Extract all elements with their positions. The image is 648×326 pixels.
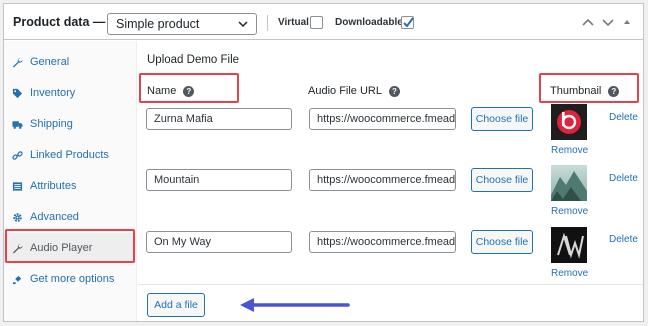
delete-row-link[interactable]: Delete [609, 234, 638, 245]
highlight-box [5, 229, 135, 263]
checkmark-icon [403, 17, 414, 28]
section-title: Upload Demo File [147, 54, 240, 66]
remove-thumbnail-link[interactable]: Remove [551, 268, 588, 279]
link-icon [12, 150, 23, 160]
tag-icon [12, 88, 23, 98]
file-name-input[interactable]: On My Way [146, 231, 292, 253]
choose-file-button[interactable]: Choose file [471, 230, 533, 254]
tab-attributes[interactable]: Attributes [4, 171, 137, 201]
tab-linked-products[interactable]: Linked Products [4, 140, 137, 170]
downloadable-label: Downloadable: [335, 17, 407, 28]
remove-thumbnail-link[interactable]: Remove [551, 206, 588, 217]
add-file-button[interactable]: Add a file [147, 293, 205, 317]
downloadable-checkbox[interactable] [401, 16, 414, 29]
tab-label: Attributes [30, 180, 77, 192]
wrench-icon [12, 57, 23, 68]
gear-icon [13, 212, 22, 222]
tab-label: Advanced [30, 211, 79, 223]
chevron-down-icon [238, 21, 248, 28]
collapse-toggle-icon[interactable] [623, 16, 631, 28]
tab-label: General [30, 56, 70, 68]
truck-icon [12, 120, 23, 129]
product-type-value: Simple product [116, 17, 200, 31]
beats-logo-icon [557, 110, 581, 134]
tab-label: Shipping [30, 118, 73, 130]
tab-get-more-options[interactable]: Get more options [4, 264, 137, 294]
column-label: Audio File URL [308, 85, 382, 97]
remove-thumbnail-link[interactable]: Remove [551, 145, 588, 156]
product-data-panel: Product data — Simple product Virtual: D… [3, 3, 644, 322]
file-url-input[interactable]: https://woocommerce.fmead [309, 169, 456, 191]
delete-row-link[interactable]: Delete [609, 173, 638, 184]
table-footer: Add a file [138, 284, 643, 321]
virtual-label: Virtual: [278, 17, 313, 28]
panel-title: Product data — [13, 15, 106, 29]
column-header-url: Audio File URL ? [308, 85, 400, 97]
thumbnail-image[interactable] [551, 227, 587, 263]
product-data-header: Product data — Simple product Virtual: D… [4, 4, 643, 40]
plugin-icon [12, 275, 22, 284]
tab-inventory[interactable]: Inventory [4, 78, 137, 108]
audio-player-content: Upload Demo File Name ? Audio File URL ?… [138, 41, 643, 321]
tab-label: Get more options [30, 273, 115, 285]
delete-row-link[interactable]: Delete [609, 112, 638, 123]
product-type-select[interactable]: Simple product [107, 13, 257, 35]
move-up-icon[interactable] [581, 16, 595, 28]
product-data-tabs: General Inventory Shipping Linked Produc… [4, 41, 137, 321]
mountain-image-icon [551, 171, 587, 201]
move-down-icon[interactable] [601, 16, 615, 28]
file-url-input[interactable]: https://woocommerce.fmead [309, 108, 456, 130]
file-url-input[interactable]: https://woocommerce.fmead [309, 231, 456, 253]
thumbnail-image[interactable] [551, 104, 587, 140]
header-divider [267, 15, 268, 31]
list-icon [12, 181, 23, 191]
tab-advanced[interactable]: Advanced [4, 202, 137, 232]
tab-general[interactable]: General [4, 47, 137, 77]
alan-walker-logo-icon [557, 232, 584, 259]
choose-file-button[interactable]: Choose file [471, 107, 533, 131]
choose-file-button[interactable]: Choose file [471, 168, 533, 192]
tab-label: Inventory [30, 87, 76, 99]
highlight-box [139, 73, 239, 103]
file-name-input[interactable]: Mountain [146, 169, 292, 191]
arrow-left-icon [240, 298, 350, 312]
file-name-input[interactable]: Zurna Mafia [146, 108, 292, 130]
tab-label: Linked Products [30, 149, 109, 161]
virtual-checkbox[interactable] [310, 16, 323, 29]
thumbnail-image[interactable] [551, 165, 587, 201]
tab-shipping[interactable]: Shipping [4, 109, 137, 139]
highlight-box [539, 73, 639, 103]
help-icon[interactable]: ? [388, 85, 400, 97]
